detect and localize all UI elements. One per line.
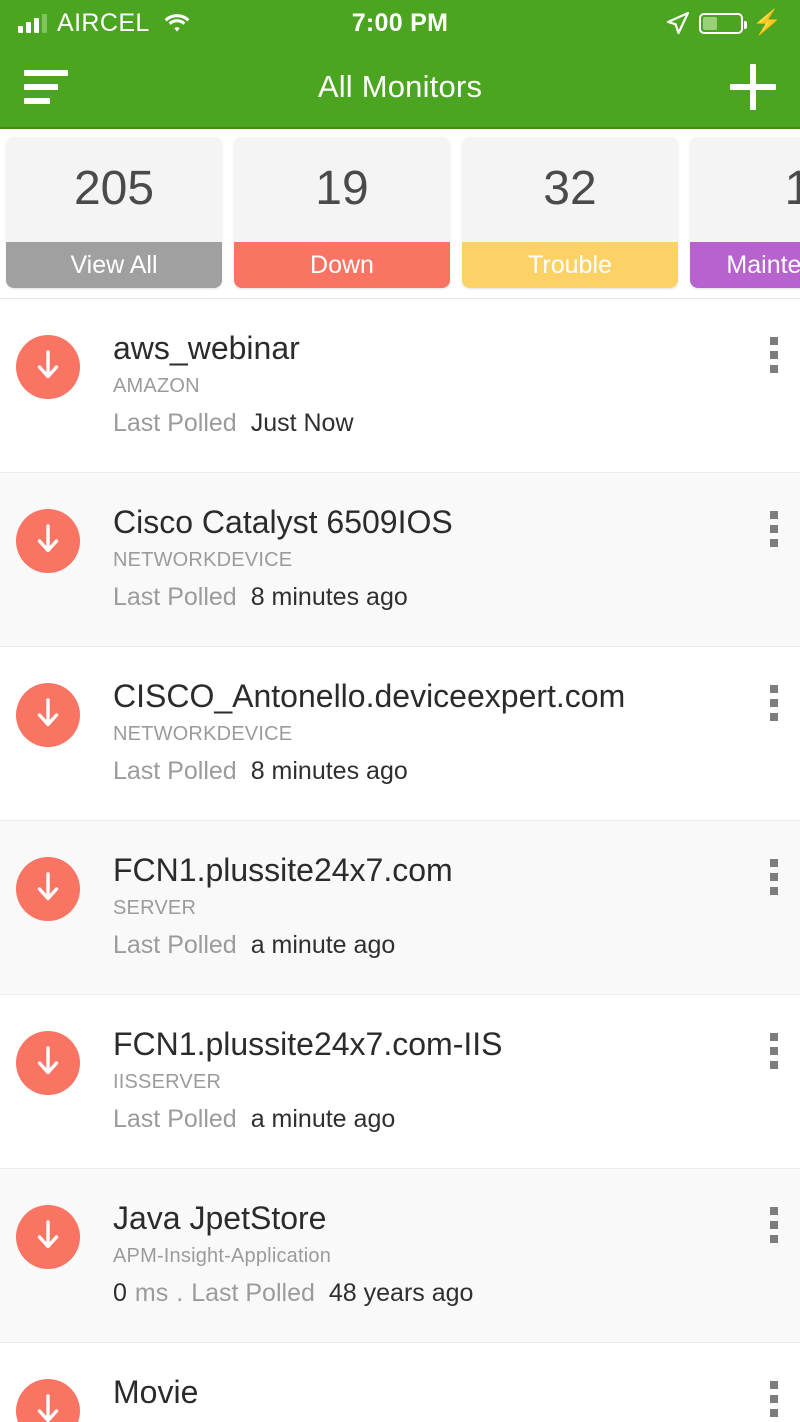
status-card-count: 1 (690, 137, 800, 242)
down-arrow-icon (16, 1205, 80, 1269)
monitor-name: Movie (113, 1375, 199, 1410)
monitor-type: IISSERVER (113, 1070, 222, 1093)
monitor-list-item[interactable]: Movie (0, 1343, 800, 1422)
kebab-menu-icon[interactable] (770, 511, 778, 547)
down-arrow-icon (16, 1031, 80, 1095)
monitor-info: FCN1.plussite24x7.com-IIS IISSERVER Last P… (80, 1027, 800, 1134)
down-arrow-icon (16, 1379, 80, 1422)
monitor-info: Java JpetStore APM-Insight-Application 0 ms… (80, 1201, 800, 1308)
monitor-list-item[interactable]: Cisco Catalyst 6509IOS NETWORKDEVICE Last … (0, 473, 800, 647)
status-card-maintenance[interactable]: 1Maintenance (690, 137, 800, 288)
status-bar-clock: 7:00 PM (351, 8, 449, 37)
response-time-unit: ms (134, 1278, 169, 1307)
last-polled-value: a minute ago (250, 930, 396, 959)
status-bar: AIRCEL 7:00 PM ⚡ (0, 0, 800, 46)
monitor-meta: Last Polled 8 minutes ago (113, 757, 730, 786)
status-card-count: 32 (543, 162, 597, 215)
status-card-label: Maintenance (690, 242, 800, 288)
monitor-name: aws_webinar (113, 331, 300, 366)
status-card-view-all[interactable]: 205 View All (6, 137, 222, 288)
kebab-menu-icon[interactable] (770, 1381, 778, 1417)
last-polled-value: Just Now (250, 408, 354, 437)
monitor-type: NETWORKDEVICE (113, 722, 293, 745)
monitor-list-item[interactable]: FCN1.plussite24x7.com SERVER Last Polled a … (0, 821, 800, 995)
monitor-info: FCN1.plussite24x7.com SERVER Last Polled a … (80, 853, 800, 960)
monitor-info: CISCO_Antonello.deviceexpert.com NETWORKD… (80, 679, 800, 786)
down-arrow-icon (16, 335, 80, 399)
monitor-type: APM-Insight-Application (113, 1244, 332, 1267)
monitor-name: Cisco Catalyst 6509IOS (113, 505, 453, 540)
status-card-label: Down (234, 242, 450, 288)
last-polled-value: 8 minutes ago (250, 756, 408, 785)
status-card-label: Trouble (462, 242, 678, 288)
monitor-meta: Last Polled 8 minutes ago (113, 583, 730, 612)
monitor-meta: Last Polled Just Now (113, 409, 730, 438)
monitor-info: Movie (80, 1375, 800, 1411)
status-cards-container: 205 View All 19 Down 32 Trouble 1Maintenance (0, 137, 800, 288)
monitor-name: Java JpetStore (113, 1201, 327, 1236)
status-cards-strip[interactable]: 205 View All 19 Down 32 Trouble 1Maintenance (0, 129, 800, 299)
last-polled-value: 8 minutes ago (250, 582, 408, 611)
kebab-menu-icon[interactable] (770, 337, 778, 373)
monitor-info: aws_webinar AMAZON Last Polled Just Now (80, 331, 800, 438)
monitor-name: FCN1.plussite24x7.com (113, 853, 453, 888)
status-card-count: 19 (315, 162, 369, 215)
status-card-trouble[interactable]: 32 Trouble (462, 137, 678, 288)
battery-icon (699, 12, 748, 34)
down-arrow-icon (16, 509, 80, 573)
meta-separator-dot: . (176, 1278, 184, 1307)
monitor-type: NETWORKDEVICE (113, 548, 293, 571)
last-polled-label: Last Polled (113, 582, 237, 611)
last-polled-label: Last Polled (113, 930, 237, 959)
last-polled-label: Last Polled (191, 1278, 315, 1307)
monitor-meta: 0 ms. Last Polled 48 years ago (113, 1279, 730, 1308)
monitor-list-item[interactable]: Java JpetStore APM-Insight-Application 0 ms… (0, 1169, 800, 1343)
down-arrow-icon (16, 683, 80, 747)
kebab-menu-icon[interactable] (770, 1207, 778, 1243)
kebab-menu-icon[interactable] (770, 1033, 778, 1069)
page-title: All Monitors (317, 68, 483, 104)
down-arrow-icon (16, 857, 80, 921)
monitor-info: Cisco Catalyst 6509IOS NETWORKDEVICE Last … (80, 505, 800, 612)
last-polled-label: Last Polled (113, 408, 237, 437)
last-polled-value: 48 years ago (328, 1278, 474, 1307)
kebab-menu-icon[interactable] (770, 859, 778, 895)
plus-icon[interactable] (730, 63, 776, 110)
monitor-meta: Last Polled a minute ago (113, 931, 730, 960)
status-card-label: View All (6, 242, 222, 288)
app-header: All Monitors (0, 46, 800, 129)
monitor-meta: Last Polled a minute ago (113, 1105, 730, 1134)
status-card-count: 205 (73, 162, 155, 215)
kebab-menu-icon[interactable] (770, 685, 778, 721)
monitor-name: CISCO_Antonello.deviceexpert.com (113, 679, 626, 714)
last-polled-value: a minute ago (250, 1104, 396, 1133)
last-polled-label: Last Polled (113, 756, 237, 785)
monitor-type: SERVER (113, 896, 197, 919)
monitor-list-item[interactable]: CISCO_Antonello.deviceexpert.com NETWORKD… (0, 647, 800, 821)
monitor-name: FCN1.plussite24x7.com-IIS (113, 1027, 503, 1062)
monitor-list-item[interactable]: aws_webinar AMAZON Last Polled Just Now (0, 299, 800, 473)
status-card-down[interactable]: 19 Down (234, 137, 450, 288)
monitor-list-item[interactable]: FCN1.plussite24x7.com-IIS IISSERVER Last P… (0, 995, 800, 1169)
monitor-type: AMAZON (113, 374, 200, 397)
last-polled-label: Last Polled (113, 1104, 237, 1133)
response-time-value: 0 (113, 1278, 127, 1307)
monitor-list: aws_webinar AMAZON Last Polled Just Now Cisc… (0, 299, 800, 1422)
